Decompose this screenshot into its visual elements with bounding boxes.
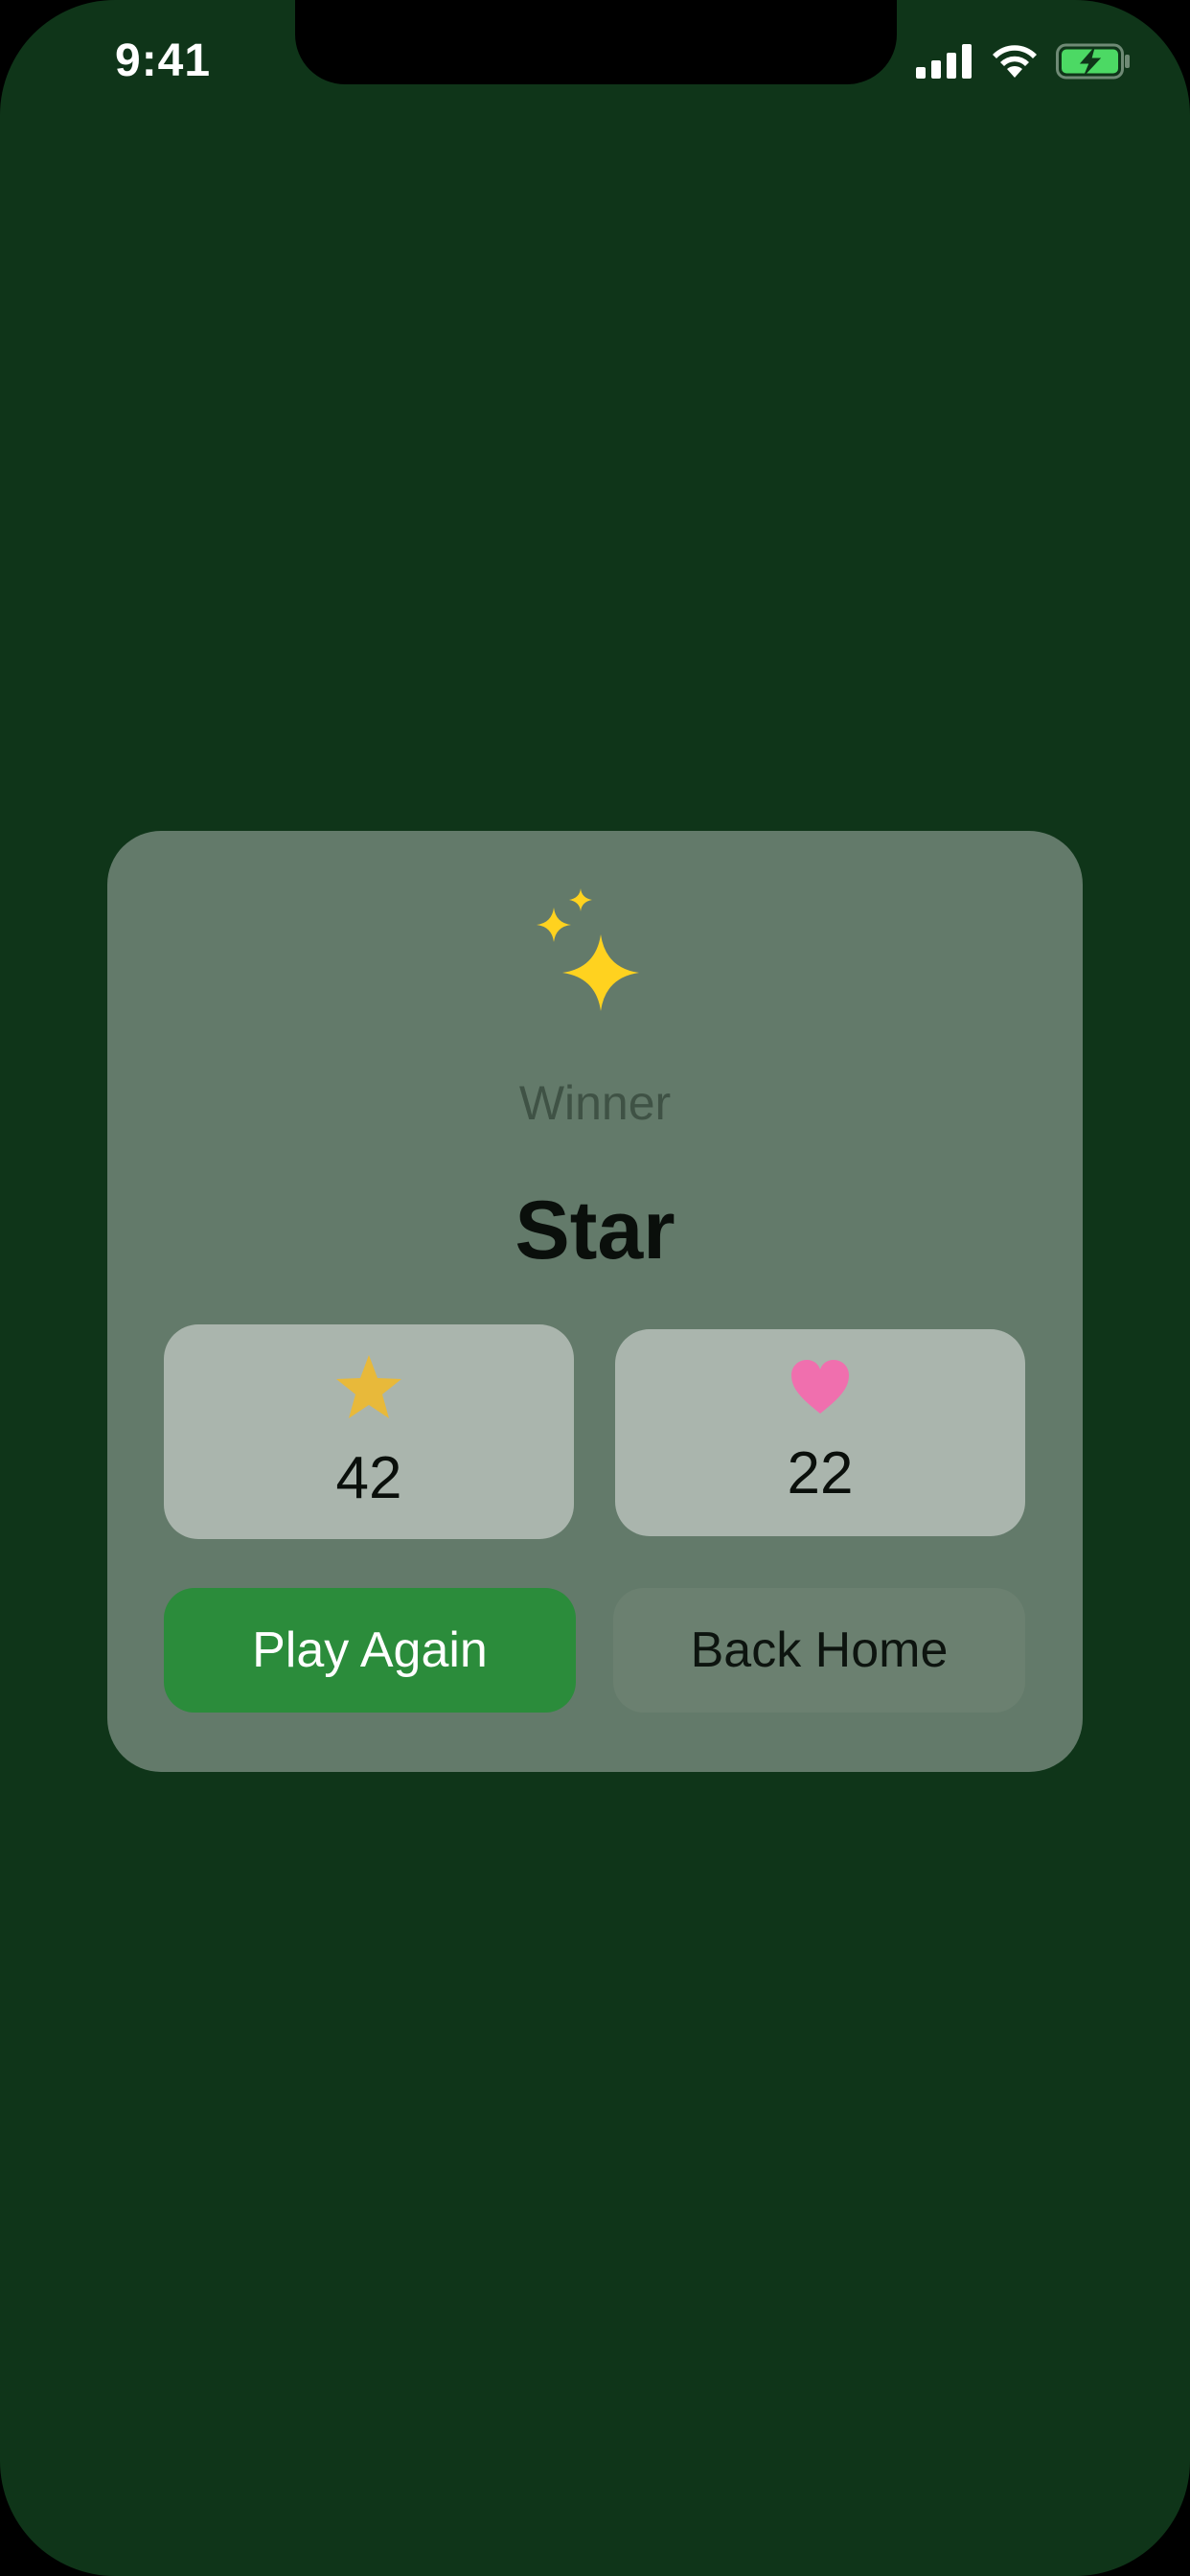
sparkles-icon (537, 888, 639, 1011)
battery-charging-icon (1056, 43, 1130, 80)
status-bar: 9:41 (0, 0, 1190, 134)
star-count-card: 42 (164, 1324, 574, 1539)
play-again-button[interactable]: Play Again (164, 1588, 576, 1713)
cellular-signal-icon (916, 44, 972, 79)
device-notch (295, 0, 897, 84)
star-count: 42 (335, 1445, 402, 1511)
back-home-button[interactable]: Back Home (613, 1588, 1025, 1713)
result-card: Winner Star 42 22 Play Again Back Home (107, 831, 1083, 1772)
winner-name: Star (515, 1184, 675, 1276)
winner-label: Winner (518, 1076, 672, 1130)
heart-icon (615, 1358, 1025, 1415)
status-icons (916, 42, 1133, 80)
wifi-icon (993, 45, 1037, 78)
heart-count-card: 22 (615, 1329, 1025, 1536)
app-screen: 9:41 Winner Star 42 22 Play Again Back H… (0, 0, 1190, 2576)
status-time: 9:41 (115, 35, 212, 86)
star-icon (164, 1353, 574, 1420)
heart-count: 22 (787, 1440, 854, 1506)
